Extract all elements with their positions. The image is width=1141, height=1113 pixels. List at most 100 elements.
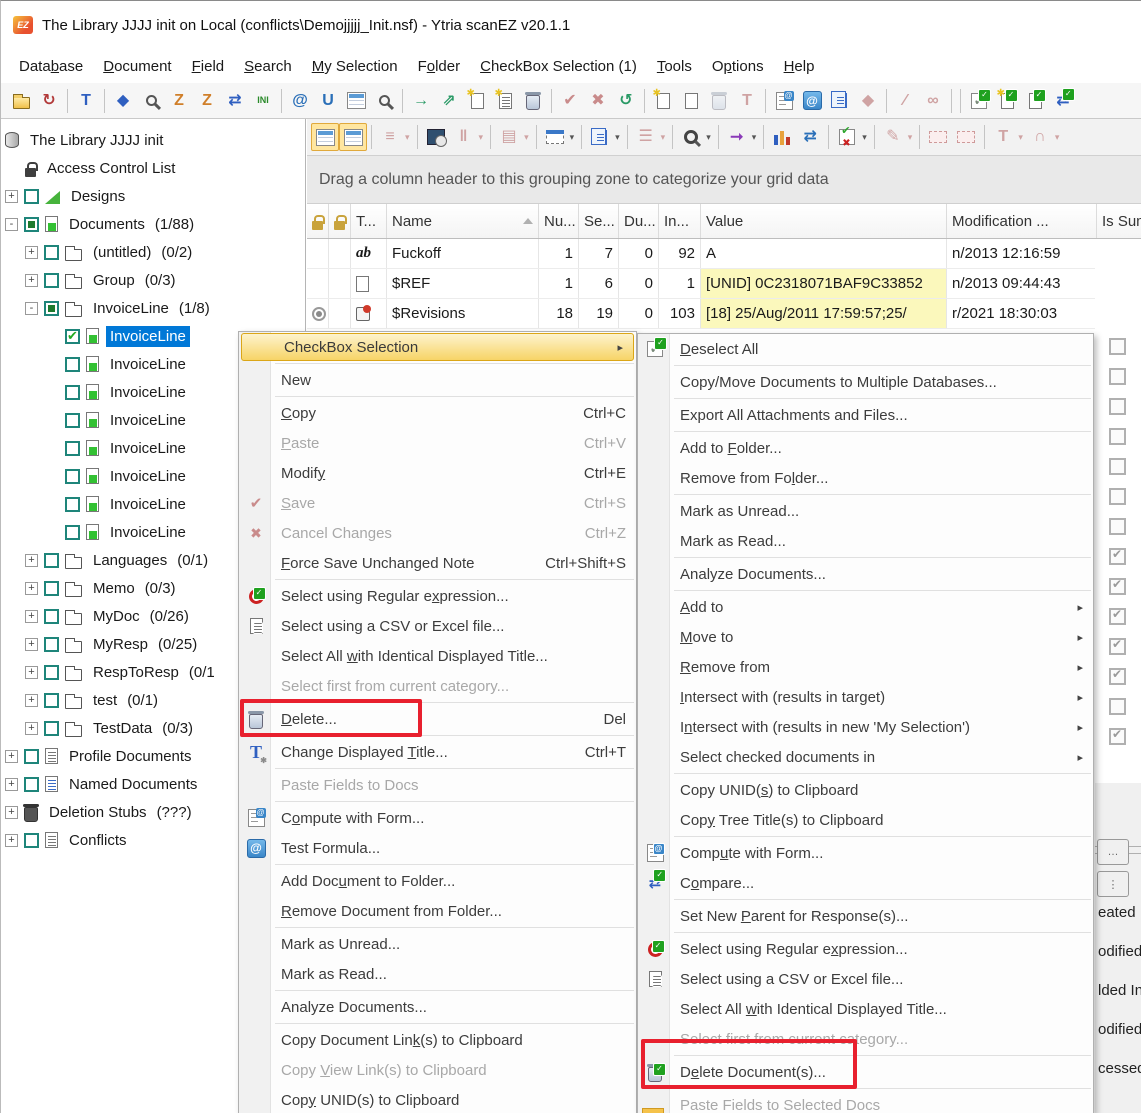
grid-view2-toggle-icon[interactable]	[339, 123, 367, 151]
tree-item-group[interactable]: +Group(0/3)	[25, 266, 176, 294]
tree-expand-toggle[interactable]: +	[25, 582, 38, 595]
diamond-doc-disabled-icon[interactable]: ◆	[854, 87, 882, 115]
tree-checkbox[interactable]	[44, 693, 59, 708]
tree-expand-toggle[interactable]: +	[25, 554, 38, 567]
menu-item-mark-as-read[interactable]: Mark as Read...	[239, 959, 636, 989]
tree-item-languages[interactable]: +Languages(0/1)	[25, 546, 208, 574]
menu-item-paste-fields-to-selected-docs[interactable]: Paste Fields to Selected Docs	[638, 1090, 1093, 1113]
menu-item-deselect-all[interactable]: ✔Deselect All	[638, 334, 1093, 364]
menu-item-modify[interactable]: ModifyCtrl+E	[239, 458, 636, 488]
menu-item-select-using-a-csv-or-excel-file[interactable]: Select using a CSV or Excel file...	[638, 964, 1093, 994]
grid-header-lock[interactable]	[329, 204, 351, 238]
magnifier-window-icon[interactable]	[370, 87, 398, 115]
tree-item-resptoresp[interactable]: +RespToResp(0/1	[25, 658, 215, 686]
dropdown-arrow-icon[interactable]: ▾	[1055, 132, 1060, 143]
menubar-item-search[interactable]: Search	[234, 53, 302, 80]
menu-item-compute-with-form[interactable]: Compute with Form...	[239, 803, 636, 833]
menu-item-remove-from[interactable]: Remove from▸	[638, 652, 1093, 682]
change-title-icon[interactable]: T	[72, 87, 100, 115]
tree-checkbox[interactable]	[44, 301, 59, 316]
menu-item-new[interactable]: New	[239, 365, 636, 395]
dropdown-arrow-icon[interactable]: ▾	[661, 132, 666, 143]
delete-document-icon[interactable]	[519, 87, 547, 115]
tree-item-deletion-stubs[interactable]: +Deletion Stubs(???)	[5, 798, 192, 826]
tree-expand-toggle[interactable]: +	[25, 638, 38, 651]
menu-item-cancel-changes[interactable]: ✖Cancel ChangesCtrl+Z	[239, 518, 636, 548]
export-document-icon[interactable]: →	[407, 87, 435, 115]
menu-item-analyze-documents[interactable]: Analyze Documents...	[638, 559, 1093, 589]
tree-item-memo[interactable]: +Memo(0/3)	[25, 574, 176, 602]
dropdown-arrow-icon[interactable]: ▾	[862, 132, 867, 143]
tree-expand-toggle[interactable]: +	[5, 778, 18, 791]
dropdown-arrow-icon[interactable]: ▾	[524, 132, 529, 143]
selection-box-icon[interactable]	[541, 123, 569, 151]
tree-expand-toggle[interactable]: -	[25, 302, 38, 315]
menu-item-intersect-with-results-in-new-my-selection[interactable]: Intersect with (results in new 'My Selec…	[638, 712, 1093, 742]
grid-header-du[interactable]: Du...	[619, 204, 659, 238]
menu-item-move-to[interactable]: Move to▸	[638, 622, 1093, 652]
open-database-icon[interactable]	[7, 87, 35, 115]
audit-magnifier-icon[interactable]	[137, 87, 165, 115]
tree-item-invoiceline[interactable]: InvoiceLine	[65, 350, 190, 378]
menu-item-change-displayed-title[interactable]: TChange Displayed Title...Ctrl+T	[239, 737, 636, 767]
reopen-database-icon[interactable]: ↻	[35, 87, 63, 115]
trash-disabled-icon[interactable]	[705, 87, 733, 115]
tree-checkbox[interactable]	[24, 833, 39, 848]
menu-item-select-using-regular-expression[interactable]: Select using Regular expression...	[239, 581, 636, 611]
edit-disabled-icon[interactable]: ✎	[879, 123, 907, 151]
filmstrip-icon[interactable]	[924, 123, 952, 151]
grid-header-lock[interactable]	[307, 204, 329, 238]
menu-item-mark-as-unread[interactable]: Mark as Unread...	[239, 929, 636, 959]
checkbox-selection-icon[interactable]: ✔	[965, 87, 993, 115]
tree-expand-toggle[interactable]: +	[5, 750, 18, 763]
menu-item-copy-document-link-s-to-clipboard[interactable]: Copy Document Link(s) to Clipboard	[239, 1025, 636, 1055]
new-document-icon[interactable]	[463, 87, 491, 115]
grid-header-nu[interactable]: Nu...	[539, 204, 579, 238]
table-row[interactable]: $Revisions18190103[18] 25/Aug/2011 17:59…	[307, 299, 1141, 329]
save-icon[interactable]: ✔	[556, 87, 584, 115]
new-doc-disabled-icon[interactable]	[677, 87, 705, 115]
menu-item-save[interactable]: ✔SaveCtrl+S	[239, 488, 636, 518]
dropdown-arrow-icon[interactable]: ▾	[752, 132, 757, 143]
tree-checkbox[interactable]	[44, 245, 59, 260]
menu-item-force-save-unchanged-note[interactable]: Force Save Unchanged NoteCtrl+Shift+S	[239, 548, 636, 578]
refresh-icon[interactable]: ↺	[612, 87, 640, 115]
tree-item-invoiceline[interactable]: -InvoiceLine(1/8)	[25, 294, 210, 322]
test-formula-icon[interactable]: @	[798, 87, 826, 115]
grid-header-in[interactable]: In...	[659, 204, 701, 238]
tree-checkbox[interactable]	[24, 777, 39, 792]
new-checklist-icon[interactable]	[491, 87, 519, 115]
menu-item-mark-as-read[interactable]: Mark as Read...	[638, 526, 1093, 556]
tree-checkbox[interactable]	[65, 497, 80, 512]
tree-checkbox[interactable]	[65, 385, 80, 400]
checkbox-toggle-icon[interactable]	[833, 123, 861, 151]
column-list-disabled-icon[interactable]: ▤	[495, 123, 523, 151]
menu-item-paste[interactable]: PasteCtrl+V	[239, 428, 636, 458]
tree-checkbox[interactable]	[65, 413, 80, 428]
tree-item-access-control-list[interactable]: Access Control List	[25, 154, 179, 182]
is-summary-checkbox[interactable]	[1109, 518, 1126, 535]
histogram-disabled-icon[interactable]: ∩	[1026, 123, 1054, 151]
tree-item-invoiceline[interactable]: InvoiceLine	[65, 378, 190, 406]
grid-header-t[interactable]: T...	[351, 204, 387, 238]
tree-item-invoiceline[interactable]: InvoiceLine	[65, 518, 190, 546]
is-summary-checkbox[interactable]	[1109, 578, 1126, 595]
diamond-properties-icon[interactable]: ◆	[109, 87, 137, 115]
menu-item-delete-document-s[interactable]: Delete Document(s)...	[638, 1057, 1093, 1087]
menu-item-copy-move-documents-to-multiple-databases[interactable]: Copy/Move Documents to Multiple Database…	[638, 367, 1093, 397]
panel-button[interactable]: …	[1097, 839, 1129, 865]
menu-item-copy-view-link-s-to-clipboard[interactable]: Copy View Link(s) to Clipboard	[239, 1055, 636, 1085]
tree-checkbox[interactable]	[24, 217, 39, 232]
tree-expand-toggle[interactable]: -	[5, 218, 18, 231]
menubar-item-help[interactable]: Help	[774, 53, 825, 80]
menubar-item-field[interactable]: Field	[182, 53, 235, 80]
menu-item-add-to[interactable]: Add to▸	[638, 592, 1093, 622]
menu-item-intersect-with-results-in-target[interactable]: Intersect with (results in target)▸	[638, 682, 1093, 712]
bar-chart-icon[interactable]	[768, 123, 796, 151]
menu-item-select-all-with-identical-displayed-title[interactable]: Select All with Identical Displayed Titl…	[638, 994, 1093, 1024]
menubar-item-document[interactable]: Document	[93, 53, 181, 80]
tree-expand-toggle[interactable]: +	[25, 722, 38, 735]
chart-window-icon[interactable]: ⇄	[796, 123, 824, 151]
binoculars-disabled-icon[interactable]: ∞	[919, 87, 947, 115]
clock-grid-icon[interactable]	[422, 123, 450, 151]
